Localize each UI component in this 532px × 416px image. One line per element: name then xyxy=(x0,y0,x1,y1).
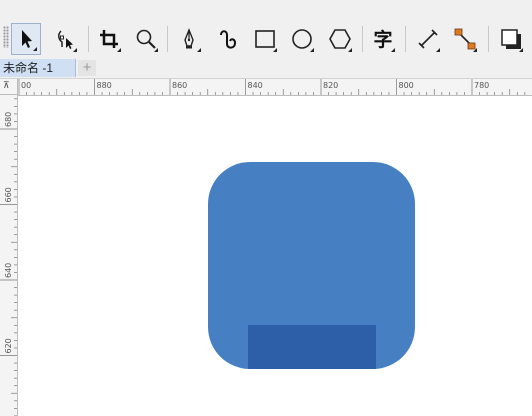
separator xyxy=(405,26,406,52)
connector-tool-button[interactable] xyxy=(450,23,480,55)
ruler-label: 660 xyxy=(4,187,13,202)
flyout-indicator xyxy=(117,48,121,52)
flyout-indicator xyxy=(73,48,77,52)
horizontal-ruler-scale: 00 880 860 840 820 800 780 xyxy=(18,79,526,95)
ruler-label: 00 xyxy=(21,81,31,90)
flyout-indicator xyxy=(273,48,277,52)
flyout-indicator xyxy=(33,47,37,51)
drawing-canvas[interactable] xyxy=(18,96,532,416)
flyout-indicator xyxy=(436,48,440,52)
vertical-ruler[interactable]: 680 660 640 620 xyxy=(0,95,18,416)
pick-tool-button[interactable] xyxy=(11,23,41,55)
flyout-indicator xyxy=(197,48,201,52)
polygon-tool-button[interactable] xyxy=(325,23,355,55)
dimension-tool-button[interactable] xyxy=(413,23,443,55)
ruler-label: 860 xyxy=(172,81,187,90)
vertical-ruler-scale: 680 660 640 620 xyxy=(0,98,17,416)
artistic-media-icon xyxy=(220,30,237,49)
separator xyxy=(488,26,489,52)
zoom-tool-button[interactable] xyxy=(131,23,161,55)
flyout-indicator xyxy=(348,48,352,52)
flyout-indicator xyxy=(519,48,523,52)
toolbox: 字 xyxy=(0,0,532,58)
ruler-label: 840 xyxy=(248,81,263,90)
canvas-drawing xyxy=(208,162,415,375)
ruler-label: 640 xyxy=(4,263,13,278)
text-tool-glyph: 字 xyxy=(373,28,392,51)
shape-tool-button[interactable] xyxy=(50,23,80,55)
separator xyxy=(88,26,89,52)
ruler-label: 800 xyxy=(399,81,414,90)
ruler-label: 620 xyxy=(4,338,13,353)
document-tab[interactable]: 未命名 -1 xyxy=(0,59,76,77)
separator xyxy=(362,26,363,52)
document-tab-bar: 未命名 -1 + xyxy=(0,58,532,79)
flyout-indicator xyxy=(154,48,158,52)
ruler-label: 680 xyxy=(4,112,13,127)
drop-shadow-tool-button[interactable] xyxy=(496,23,526,55)
separator xyxy=(167,26,168,52)
add-document-button[interactable]: + xyxy=(78,60,96,76)
flyout-indicator xyxy=(473,48,477,52)
ruler-origin-corner[interactable]: ⊼ xyxy=(0,79,18,95)
ellipse-tool-button[interactable] xyxy=(287,23,317,55)
rectangle-tool-button[interactable] xyxy=(250,23,280,55)
toolbar-grip[interactable] xyxy=(3,26,9,48)
crop-tool-button[interactable] xyxy=(94,23,124,55)
ruler-label: 780 xyxy=(474,81,489,90)
pen-tool-button[interactable] xyxy=(174,23,204,55)
flyout-indicator xyxy=(391,48,395,52)
horizontal-ruler[interactable]: 00 880 860 840 820 800 780 xyxy=(18,79,532,96)
artistic-media-tool-button[interactable] xyxy=(213,23,243,55)
ruler-origin-glyph: ⊼ xyxy=(3,80,10,90)
flyout-indicator xyxy=(310,48,314,52)
bottom-rectangle-shape[interactable] xyxy=(248,325,376,375)
ruler-label: 880 xyxy=(97,81,112,90)
ruler-label: 820 xyxy=(323,81,338,90)
text-tool-button[interactable]: 字 xyxy=(368,23,398,55)
